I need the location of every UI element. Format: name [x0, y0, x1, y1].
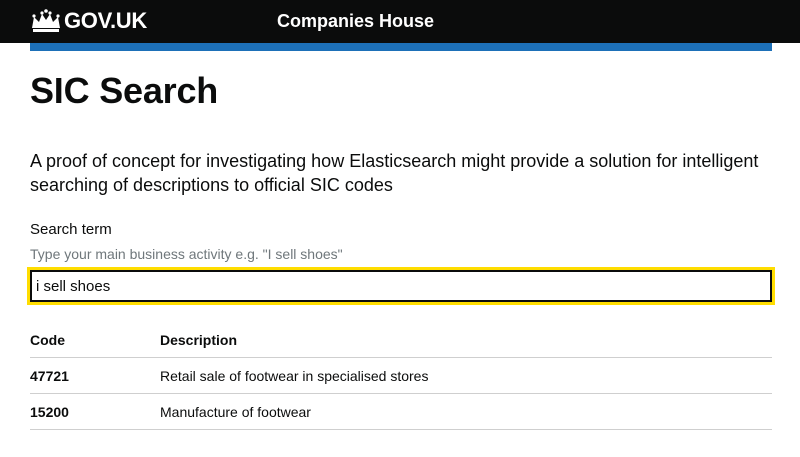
search-label: Search term [30, 221, 112, 238]
govuk-logo-text: GOV.UK [64, 8, 147, 33]
sic-description-cell: Retail sale of footwear in specialised s… [160, 357, 772, 394]
column-header-code: Code [30, 322, 160, 358]
header-accent-bar [30, 43, 772, 51]
govuk-logo-link[interactable]: GOV.UK [30, 7, 147, 35]
table-header-row: Code Description [30, 322, 772, 358]
site-header: GOV.UK Companies House [0, 0, 800, 43]
table-row: 15200 Manufacture of footwear [30, 393, 772, 430]
results-table: Code Description 47721 Retail sale of fo… [30, 322, 772, 430]
sic-code-cell: 15200 [30, 393, 160, 430]
service-name-link[interactable]: Companies House [277, 8, 434, 34]
search-hint: Type your main business activity e.g. "I… [30, 246, 343, 262]
crown-icon [32, 9, 60, 32]
column-header-description: Description [160, 322, 772, 358]
page-lede: A proof of concept for investigating how… [30, 151, 759, 195]
page-title: SIC Search [30, 70, 219, 111]
sic-code-cell: 47721 [30, 357, 160, 394]
table-row: 47721 Retail sale of footwear in special… [30, 357, 772, 394]
search-input[interactable] [27, 267, 775, 305]
sic-description-cell: Manufacture of footwear [160, 393, 772, 430]
